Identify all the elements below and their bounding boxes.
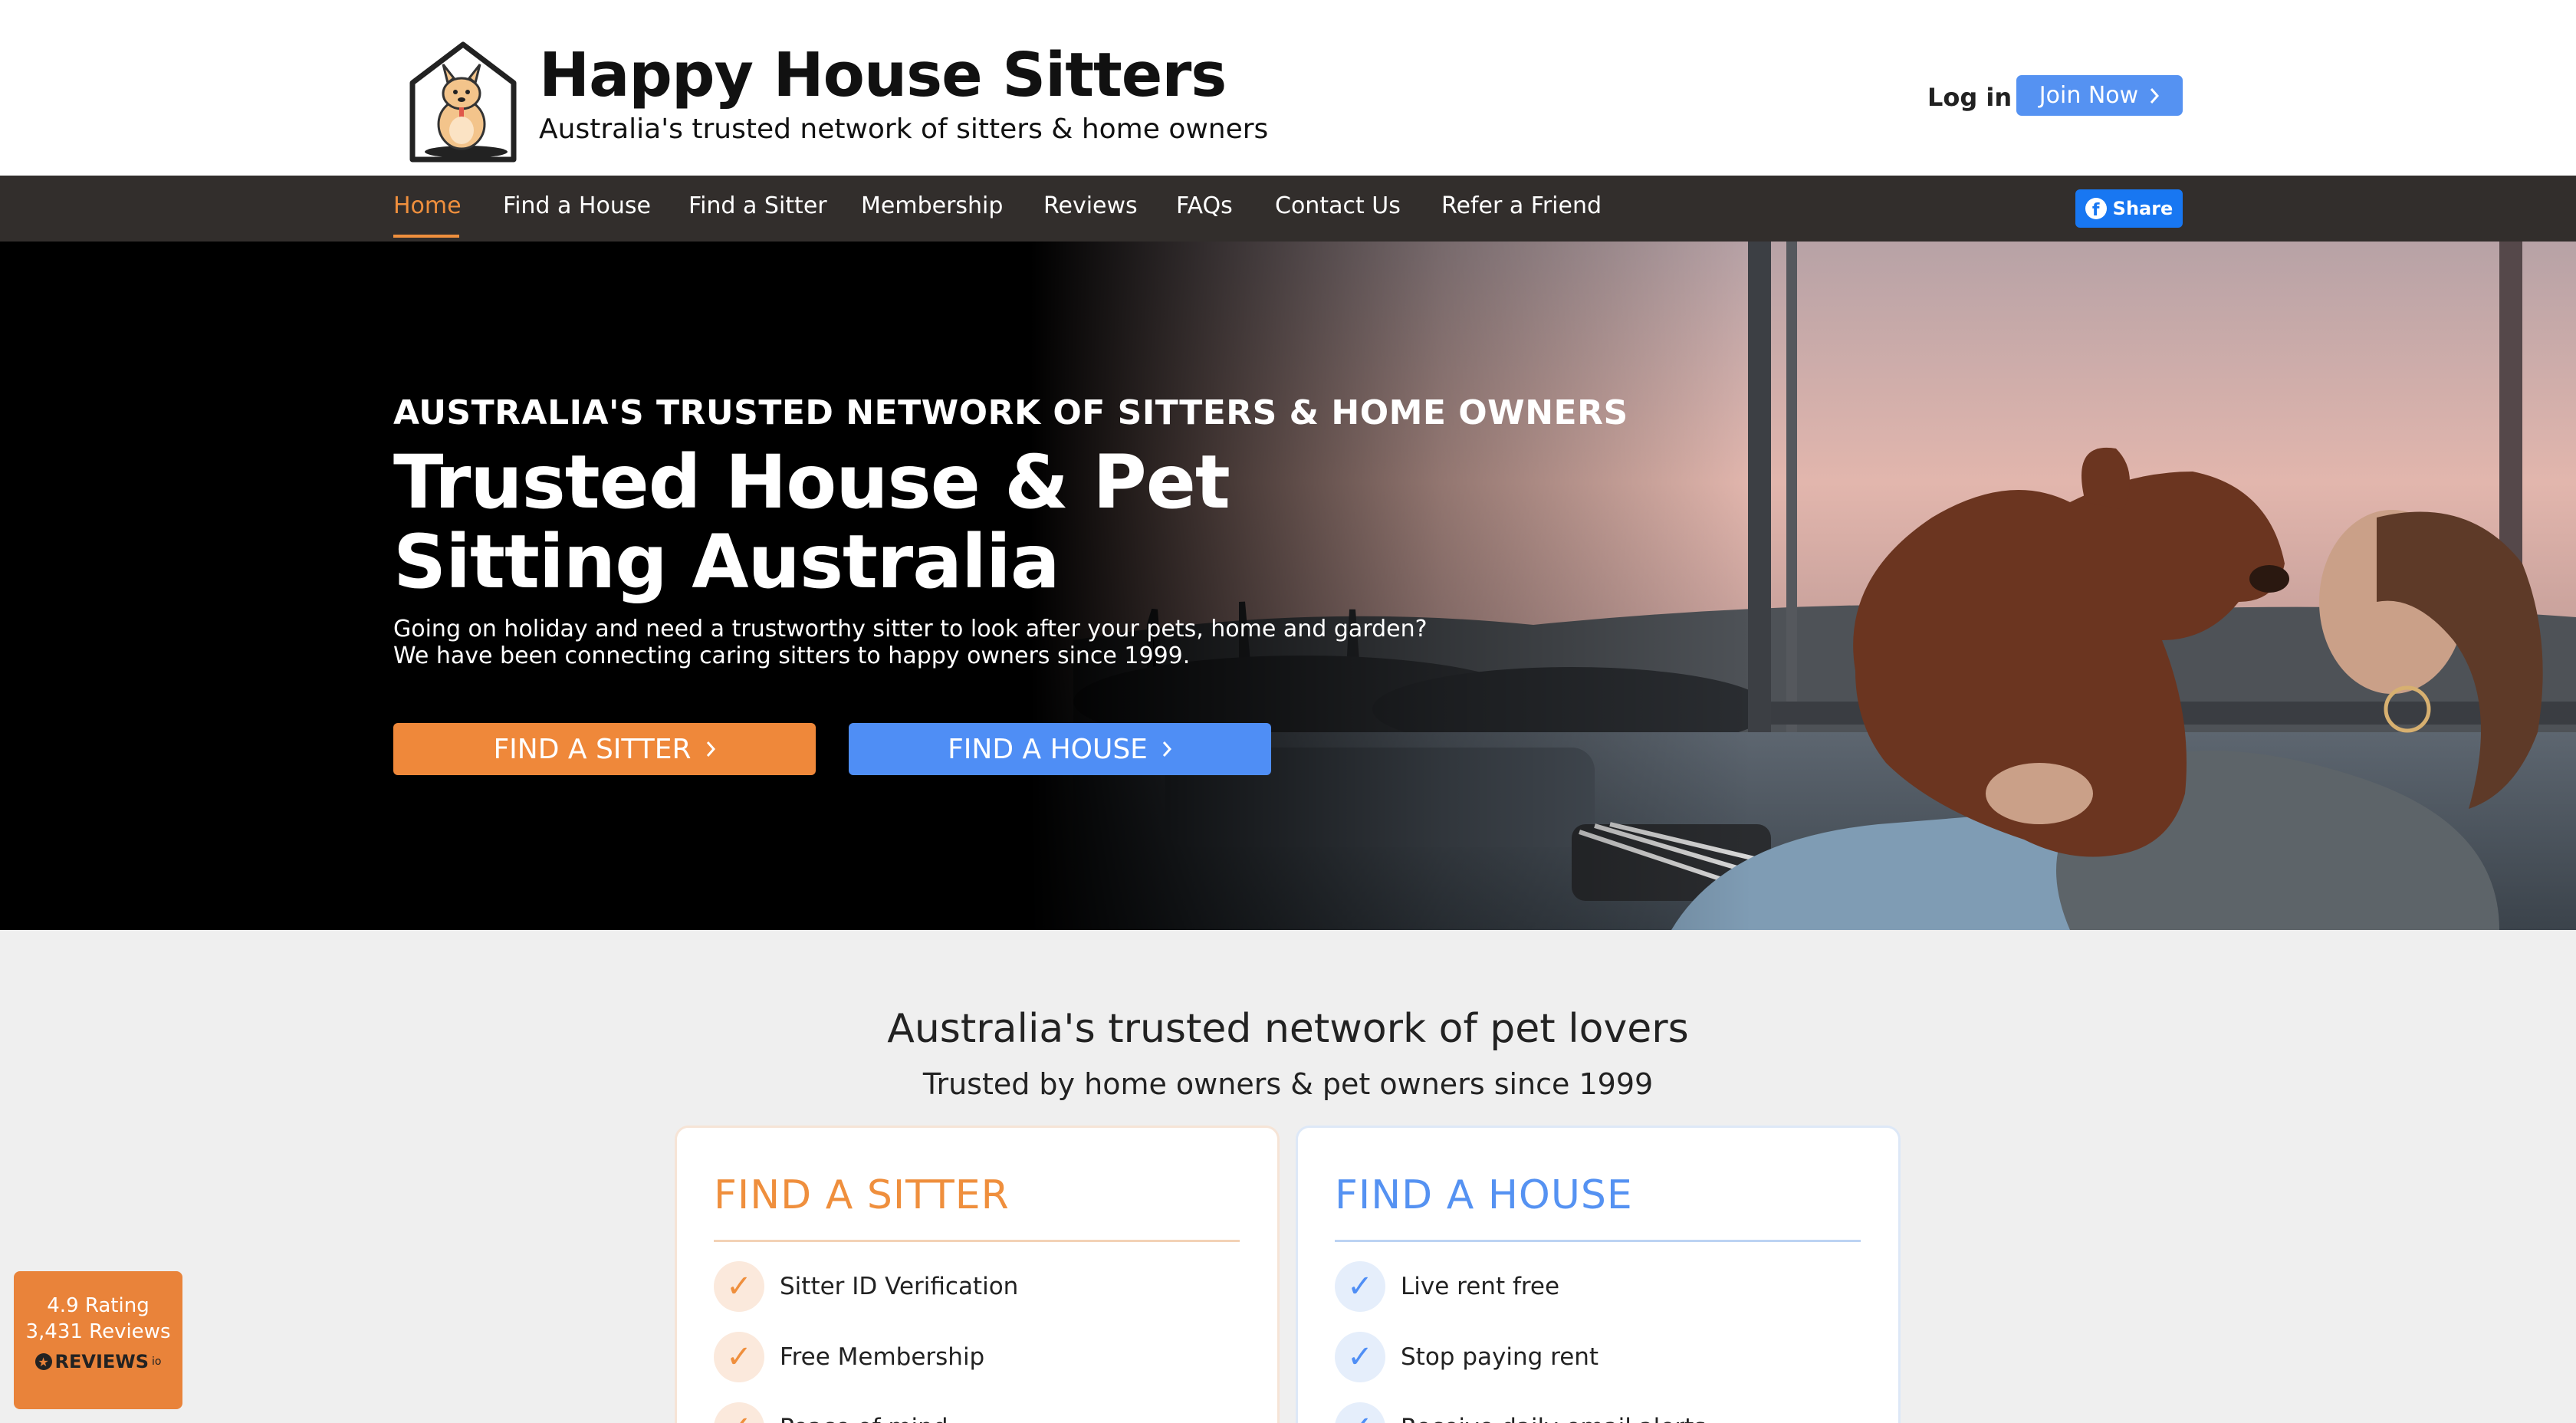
find-a-house-label: FIND A HOUSE [948, 733, 1148, 765]
rating-text: 4.9 Rating [47, 1294, 150, 1317]
section-subtitle: Trusted by home owners & pet owners sinc… [922, 1067, 1654, 1101]
list-item-label: Peace of mind [780, 1414, 948, 1423]
check-icon: ✓ [1335, 1402, 1385, 1423]
reviews-io-logo: ★ REVIEWS io [14, 1351, 182, 1372]
hero-eyebrow: AUSTRALIA'S TRUSTED NETWORK OF SITTERS &… [393, 393, 1628, 432]
reviews-rating-badge[interactable]: 4.9 Rating 3,431 Reviews ★ REVIEWS io [14, 1271, 182, 1409]
hero-banner: AUSTRALIA'S TRUSTED NETWORK OF SITTERS &… [0, 242, 2576, 930]
list-item-label: Receive daily email alerts [1401, 1414, 1706, 1423]
facebook-icon: f [2085, 198, 2107, 219]
list-item: ✓ Free Membership [714, 1330, 984, 1384]
card-title-find-a-sitter[interactable]: FIND A SITTER [714, 1172, 1010, 1218]
check-icon: ✓ [1335, 1332, 1385, 1382]
card-title-find-a-house[interactable]: FIND A HOUSE [1335, 1172, 1633, 1218]
share-label: Share [2112, 198, 2174, 219]
list-item: ✓ Live rent free [1335, 1260, 1559, 1313]
nav-item-faqs[interactable]: FAQs [1176, 192, 1233, 219]
site-header: Happy House Sitters Australia's trusted … [0, 0, 2576, 176]
reviews-brand-suffix: io [152, 1356, 162, 1368]
check-icon: ✓ [1335, 1261, 1385, 1312]
list-item-label: Free Membership [780, 1343, 985, 1371]
find-a-house-button[interactable]: FIND A HOUSE [849, 723, 1271, 775]
house-kangaroo-logo-icon[interactable] [405, 38, 521, 164]
find-a-house-card: FIND A HOUSE ✓ Live rent free ✓ Stop pay… [1296, 1126, 1901, 1423]
nav-item-contact-us[interactable]: Contact Us [1275, 192, 1401, 219]
nav-item-find-a-sitter[interactable]: Find a Sitter [688, 192, 827, 219]
list-item: ✓ Stop paying rent [1335, 1330, 1598, 1384]
section-title: Australia's trusted network of pet lover… [887, 1006, 1689, 1052]
divider [1335, 1240, 1861, 1242]
find-a-sitter-button[interactable]: FIND A SITTER [393, 723, 816, 775]
list-item-label: Sitter ID Verification [780, 1273, 1019, 1300]
main-nav: Home Find a House Find a Sitter Membersh… [0, 176, 2576, 242]
join-now-button[interactable]: Join Now [2016, 75, 2183, 116]
chevron-right-icon [2150, 87, 2160, 104]
list-item: ✓ Sitter ID Verification [714, 1260, 1018, 1313]
hero-description: Going on holiday and need a trustworthy … [393, 616, 1428, 669]
list-item-label: Live rent free [1401, 1273, 1560, 1300]
facebook-share-button[interactable]: f Share [2075, 189, 2183, 228]
hero-title: Trusted House & Pet Sitting Australia [393, 439, 1230, 605]
star-icon: ★ [34, 1353, 52, 1370]
nav-item-refer-a-friend[interactable]: Refer a Friend [1441, 192, 1602, 219]
nav-item-membership[interactable]: Membership [861, 192, 1003, 219]
brand-name[interactable]: Happy House Sitters [539, 40, 1227, 110]
nav-item-home[interactable]: Home [393, 192, 462, 219]
find-a-sitter-label: FIND A SITTER [493, 733, 692, 765]
brand-tagline: Australia's trusted network of sitters &… [539, 113, 1269, 145]
nav-item-reviews[interactable]: Reviews [1043, 192, 1138, 219]
chevron-right-icon [706, 741, 715, 757]
divider [714, 1240, 1240, 1242]
list-item-label: Stop paying rent [1401, 1343, 1599, 1371]
check-icon: ✓ [714, 1332, 764, 1382]
join-now-label: Join Now [2039, 82, 2139, 109]
nav-item-find-a-house[interactable]: Find a House [503, 192, 651, 219]
check-icon: ✓ [714, 1402, 764, 1423]
chevron-right-icon [1162, 741, 1171, 757]
check-icon: ✓ [714, 1261, 764, 1312]
find-a-sitter-card: FIND A SITTER ✓ Sitter ID Verification ✓… [675, 1126, 1280, 1423]
login-link[interactable]: Log in [1927, 83, 2012, 112]
nav-active-indicator [393, 235, 459, 238]
reviews-brand-label: REVIEWS [54, 1351, 150, 1372]
review-count: 3,431 Reviews [25, 1320, 171, 1343]
list-item: ✓ Receive daily email alerts [1335, 1401, 1706, 1423]
list-item: ✓ Peace of mind [714, 1401, 948, 1423]
